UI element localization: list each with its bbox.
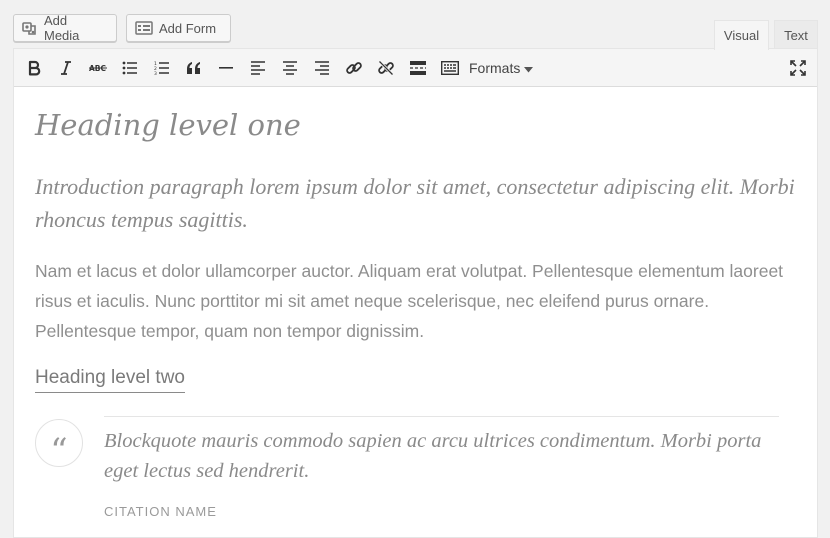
body-paragraph: Nam et lacus et dolor ullamcorper auctor…	[35, 261, 784, 341]
fullscreen-icon	[790, 60, 806, 76]
numbered-list-icon: 123	[154, 61, 170, 75]
formats-dropdown[interactable]: Formats	[469, 56, 534, 80]
italic-icon	[59, 60, 73, 76]
tab-text[interactable]: Text	[774, 20, 818, 49]
add-media-icon	[22, 20, 38, 36]
formats-label: Formats	[469, 60, 521, 76]
align-left-button[interactable]	[246, 56, 270, 80]
fullscreen-button[interactable]	[786, 56, 810, 80]
italic-button[interactable]	[54, 56, 78, 80]
unlink-icon	[377, 59, 395, 77]
editor-content[interactable]: Heading level one Introduction paragraph…	[35, 86, 797, 537]
strikethrough-button[interactable]: ABC	[86, 56, 110, 80]
add-form-button[interactable]: Add Form	[126, 14, 231, 42]
blockquote-button[interactable]	[182, 56, 206, 80]
insert-link-button[interactable]	[342, 56, 366, 80]
horizontal-line-button[interactable]	[214, 56, 238, 80]
blockquote-icon	[186, 62, 202, 74]
blockquote-divider	[104, 416, 779, 417]
quote-mark-icon: “	[35, 419, 83, 471]
align-center-icon	[282, 61, 298, 75]
remove-link-button[interactable]	[374, 56, 398, 80]
add-media-button[interactable]: Add Media	[13, 13, 117, 43]
bold-icon	[27, 60, 41, 76]
align-right-button[interactable]	[310, 56, 334, 80]
heading-level-two: Heading level two	[35, 367, 185, 393]
bulleted-list-icon	[122, 61, 138, 75]
blockquote-text: Blockquote mauris commodo sapien ac arcu…	[104, 430, 762, 482]
editor-top-bar: Add Media Add Form Visual Text	[0, 0, 830, 50]
bulleted-list-button[interactable]	[118, 56, 142, 80]
editor-area: ABC 123 Formats Heading level one Introd…	[13, 48, 818, 538]
citation-name: CITATION NAME	[104, 504, 217, 519]
numbered-list-button[interactable]: 123	[150, 56, 174, 80]
link-icon	[345, 59, 363, 77]
read-more-icon	[410, 61, 426, 75]
align-center-button[interactable]	[278, 56, 302, 80]
read-more-button[interactable]	[406, 56, 430, 80]
intro-paragraph: Introduction paragraph lorem ipsum dolor…	[35, 174, 795, 232]
add-form-label: Add Form	[159, 20, 217, 36]
horizontal-line-icon	[219, 66, 233, 70]
add-media-label: Add Media	[44, 13, 80, 43]
quote-glyph: “	[50, 431, 68, 471]
bold-button[interactable]	[22, 56, 46, 80]
strikethrough-icon: ABC	[89, 63, 107, 73]
align-right-icon	[314, 61, 330, 75]
tab-visual[interactable]: Visual	[714, 20, 769, 50]
keyboard-icon	[441, 61, 459, 75]
heading-level-one: Heading level one	[35, 108, 301, 142]
form-icon	[135, 21, 153, 35]
svg-text:3: 3	[154, 71, 157, 75]
editor-toolbar: ABC 123 Formats	[14, 49, 817, 87]
toolbar-toggle-button[interactable]	[438, 56, 462, 80]
chevron-down-icon	[524, 60, 534, 76]
align-left-icon	[250, 61, 266, 75]
